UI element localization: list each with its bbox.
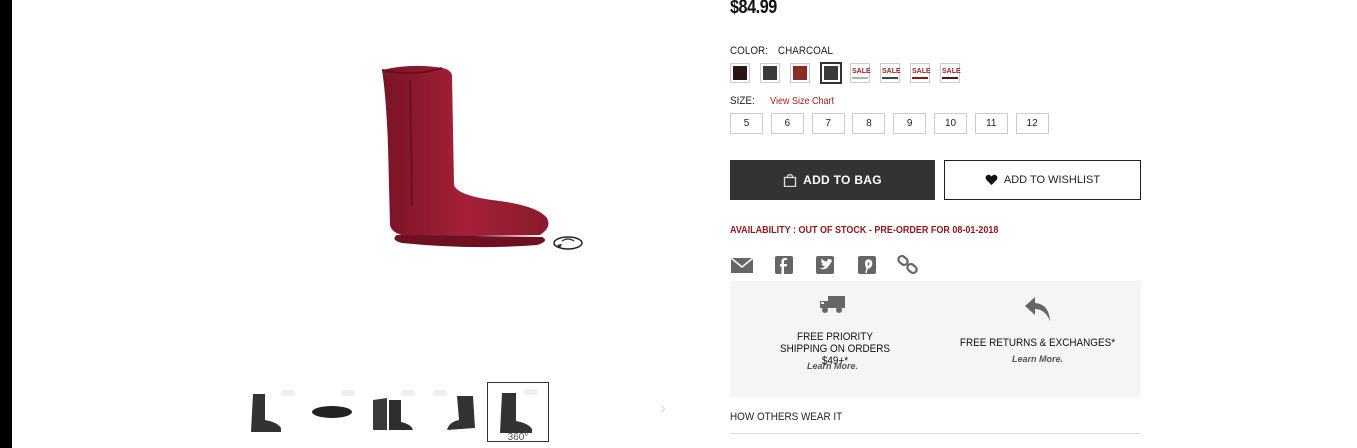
size-option[interactable]: 12 bbox=[1015, 113, 1049, 134]
twitter-icon[interactable] bbox=[813, 254, 837, 276]
swatch-color-bar bbox=[852, 77, 868, 79]
swatch-color-bar bbox=[882, 77, 898, 79]
color-swatch[interactable]: SALE bbox=[940, 63, 961, 83]
add-to-bag-label: ADD TO BAG bbox=[803, 173, 882, 187]
color-swatch[interactable]: SALE bbox=[880, 63, 901, 83]
return-arrow-icon bbox=[1024, 297, 1050, 321]
free-returns-title: FREE RETURNS & EXCHANGES* bbox=[959, 337, 1116, 349]
facebook-icon[interactable] bbox=[772, 254, 796, 276]
free-shipping-learn-more[interactable]: Learn More. bbox=[730, 361, 935, 371]
rotate-360-icon[interactable] bbox=[552, 234, 584, 252]
size-option[interactable]: 5 bbox=[730, 113, 763, 134]
swatch-color-fill bbox=[763, 66, 777, 80]
color-swatch[interactable]: SALE bbox=[850, 63, 871, 83]
swatch-color-fill bbox=[793, 66, 807, 80]
pinterest-icon[interactable] bbox=[855, 254, 879, 276]
color-swatch[interactable] bbox=[820, 62, 842, 84]
size-option[interactable]: 6 bbox=[770, 113, 804, 134]
color-swatch[interactable] bbox=[760, 63, 780, 83]
thumbnail-boot-sole[interactable] bbox=[301, 382, 363, 442]
thumbnail-boot-pair[interactable] bbox=[365, 382, 427, 442]
bag-icon bbox=[783, 173, 797, 187]
sale-tag-text: SALE bbox=[912, 68, 931, 75]
swatch-color-bar bbox=[912, 77, 928, 79]
size-option[interactable]: 7 bbox=[811, 113, 845, 134]
section-divider bbox=[730, 433, 1141, 434]
promo-panel: FREE PRIORITY SHIPPING ON ORDERS $49+* L… bbox=[730, 281, 1141, 397]
swatch-color-fill bbox=[733, 66, 747, 80]
size-option[interactable]: 10 bbox=[934, 113, 967, 134]
thumbnail-next-arrow-icon[interactable]: › bbox=[660, 398, 666, 419]
color-label-row: COLOR: CHARCOAL bbox=[730, 45, 833, 57]
how-others-wear-it-heading: HOW OTHERS WEAR IT bbox=[730, 411, 843, 423]
free-returns-promo: FREE RETURNS & EXCHANGES* Learn More. bbox=[935, 281, 1140, 397]
add-to-bag-button[interactable]: ADD TO BAG bbox=[730, 160, 935, 200]
size-option[interactable]: 8 bbox=[852, 113, 886, 134]
link-icon[interactable] bbox=[896, 254, 920, 276]
size-label-row: SIZE: View Size Chart bbox=[730, 95, 834, 107]
product-page: 360° › $84.99 COLOR: CHARCOAL SALE SALE SA… bbox=[12, 0, 1357, 448]
color-label: COLOR: bbox=[730, 45, 768, 57]
free-returns-learn-more[interactable]: Learn More. bbox=[935, 354, 1140, 364]
heart-icon bbox=[985, 174, 998, 185]
size-label: SIZE: bbox=[730, 95, 755, 107]
thumbnail-boot-side[interactable] bbox=[237, 382, 299, 442]
sale-tag-text: SALE bbox=[942, 68, 961, 75]
free-shipping-promo: FREE PRIORITY SHIPPING ON ORDERS $49+* L… bbox=[730, 281, 935, 397]
swatch-color-bar bbox=[942, 77, 958, 79]
sale-tag-text: SALE bbox=[882, 68, 901, 75]
sale-tag-text: SALE bbox=[852, 68, 871, 75]
size-option[interactable]: 11 bbox=[974, 113, 1008, 134]
color-value: CHARCOAL bbox=[777, 45, 833, 57]
color-swatch[interactable] bbox=[730, 63, 750, 83]
color-swatch[interactable]: SALE bbox=[910, 63, 931, 83]
size-option[interactable]: 9 bbox=[893, 113, 927, 134]
size-chart-link[interactable]: View Size Chart bbox=[770, 96, 834, 107]
truck-icon bbox=[819, 296, 845, 313]
thumbnail-boot-back[interactable] bbox=[429, 382, 491, 442]
add-to-wishlist-button[interactable]: ADD TO WISHLIST bbox=[944, 160, 1141, 200]
add-to-wishlist-label: ADD TO WISHLIST bbox=[1003, 174, 1101, 186]
email-icon[interactable] bbox=[730, 254, 754, 276]
thumbnail-360-label: 360° bbox=[507, 432, 529, 443]
product-price: $84.99 bbox=[730, 0, 777, 18]
swatch-color-fill bbox=[824, 66, 838, 80]
availability-status: AVAILABILITY : OUT OF STOCK - PRE-ORDER … bbox=[730, 225, 999, 236]
color-swatch[interactable] bbox=[790, 63, 810, 83]
thumbnail-360[interactable]: 360° bbox=[487, 382, 549, 443]
